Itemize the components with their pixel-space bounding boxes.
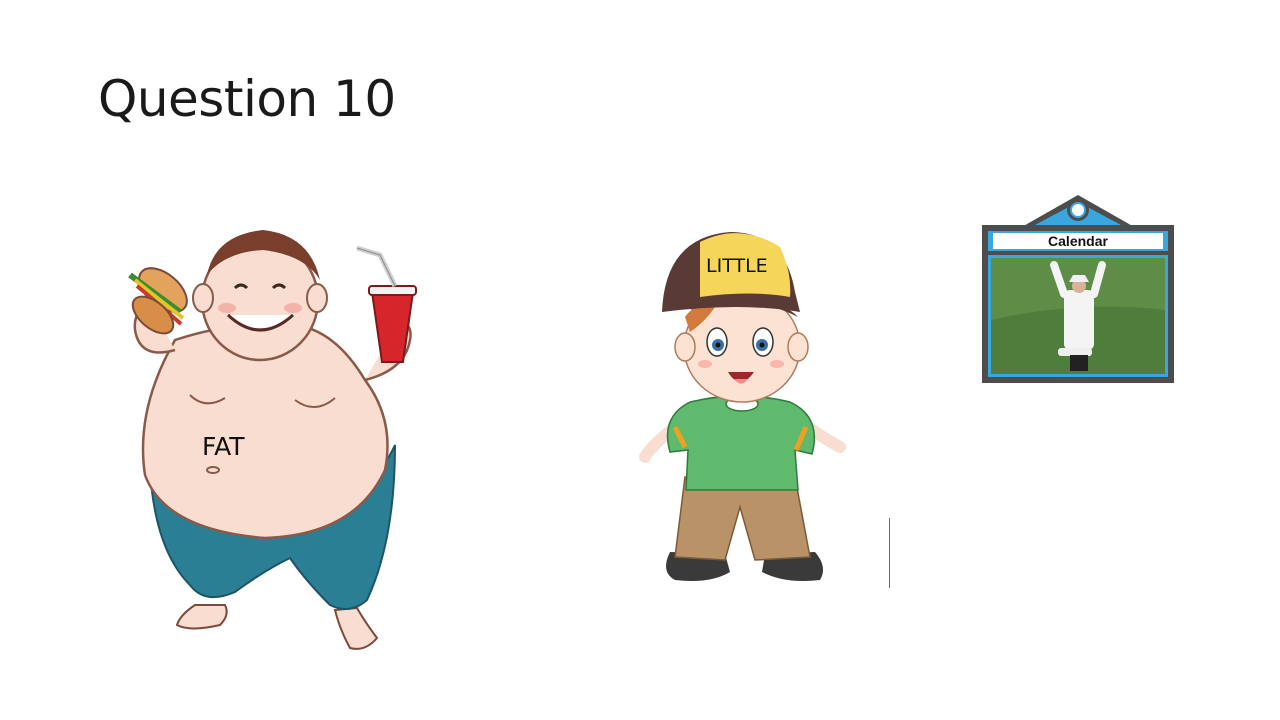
divider-line: [889, 518, 890, 588]
calendar-picture: [980, 190, 1176, 385]
little-label: LITTLE: [706, 255, 768, 277]
calendar-label: Calendar: [1048, 233, 1108, 249]
little-boy-illustration: [630, 222, 855, 590]
fat-man-illustration: [95, 220, 440, 660]
slide-title: Question 10: [98, 70, 396, 128]
fat-label: FAT: [202, 432, 245, 461]
